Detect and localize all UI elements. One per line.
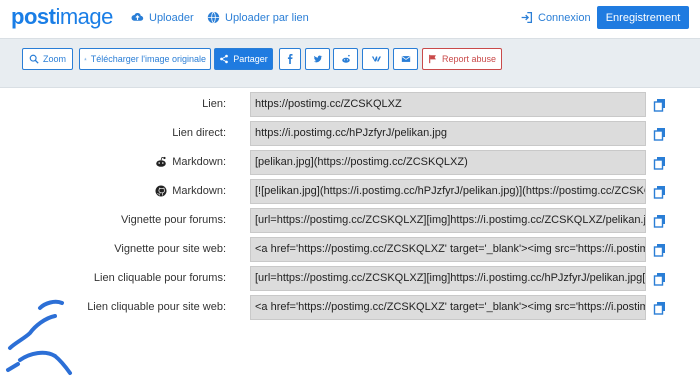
clickable-forum-field[interactable]: [url=https://postimg.cc/ZCSKQLXZ][img]ht…	[250, 266, 646, 291]
markdown-reddit-field[interactable]: [pelikan.jpg](https://postimg.cc/ZCSKQLX…	[250, 150, 646, 175]
register-button[interactable]: Enregistrement	[597, 6, 689, 29]
row-label-text: Markdown:	[172, 156, 226, 168]
uploader-label: Uploader	[149, 11, 194, 24]
copy-icon[interactable]	[653, 272, 667, 286]
link-field[interactable]: https://postimg.cc/ZCSKQLXZ	[250, 92, 646, 117]
link-row: Lien: https://postimg.cc/ZCSKQLXZ	[0, 90, 700, 119]
thumbnail-website-label: Vignette pour site web:	[114, 243, 226, 255]
cloud-upload-icon	[131, 12, 144, 21]
thumbnail-forum-field[interactable]: [url=https://postimg.cc/ZCSKQLXZ][img]ht…	[250, 208, 646, 233]
row-label-text: Lien cliquable pour forums:	[93, 272, 226, 284]
direct-link-row: Lien direct: https://i.postimg.cc/hPJzfy…	[0, 119, 700, 148]
link-label: Lien:	[202, 98, 226, 110]
download-icon	[84, 57, 87, 61]
email-share-button[interactable]	[393, 48, 418, 70]
logo-text-post: post	[11, 4, 56, 29]
markdown-github-label: Markdown:	[155, 185, 226, 197]
globe-icon	[207, 11, 220, 24]
envelope-icon	[401, 56, 410, 62]
row-label-text: Vignette pour site web:	[114, 243, 226, 255]
markdown-github-row: Markdown: [![pelikan.jpg](https://i.post…	[0, 177, 700, 206]
copy-icon[interactable]	[653, 156, 667, 170]
uploader-link[interactable]: Uploader	[131, 11, 194, 24]
reddit-icon	[156, 156, 167, 167]
image-toolbar: Zoom Télécharger l'image originale Parta…	[0, 38, 700, 88]
thumbnail-forum-row: Vignette pour forums: [url=https://posti…	[0, 206, 700, 235]
login-label: Connexion	[538, 11, 591, 24]
row-label-text: Lien cliquable pour site web:	[87, 301, 226, 313]
vk-icon	[371, 56, 381, 62]
twitter-icon	[313, 55, 322, 63]
clickable-website-field[interactable]: <a href='https://postimg.cc/ZCSKQLXZ' ta…	[250, 295, 646, 320]
reddit-share-button[interactable]	[333, 48, 358, 70]
thumbnail-website-row: Vignette pour site web: <a href='https:/…	[0, 235, 700, 264]
row-label-text: Lien:	[202, 98, 226, 110]
vk-share-button[interactable]	[362, 48, 389, 70]
clickable-forum-row: Lien cliquable pour forums: [url=https:/…	[0, 264, 700, 293]
zoom-label: Zoom	[42, 54, 66, 64]
login-link[interactable]: Connexion	[520, 11, 591, 24]
report-abuse-label: Report abuse	[441, 54, 497, 64]
direct-link-field[interactable]: https://i.postimg.cc/hPJzfyrJ/pelikan.jp…	[250, 121, 646, 146]
copy-icon[interactable]	[653, 98, 667, 112]
top-navbar: postimage Uploader Uploader par lien Con…	[0, 0, 700, 38]
share-button[interactable]: Partager	[214, 48, 273, 70]
facebook-share-button[interactable]	[279, 48, 301, 70]
thumbnail-forum-label: Vignette pour forums:	[121, 214, 226, 226]
copy-icon[interactable]	[653, 243, 667, 257]
flag-icon	[429, 54, 436, 64]
uploader-by-link[interactable]: Uploader par lien	[207, 11, 309, 24]
markdown-reddit-row: Markdown: [pelikan.jpg](https://postimg.…	[0, 148, 700, 177]
row-label-text: Lien direct:	[172, 127, 226, 139]
uploader-by-link-label: Uploader par lien	[225, 11, 309, 24]
download-label: Télécharger l'image originale	[90, 54, 206, 64]
reddit-icon	[341, 54, 350, 63]
clickable-website-label: Lien cliquable pour site web:	[87, 301, 226, 313]
markdown-github-field[interactable]: [![pelikan.jpg](https://i.postimg.cc/hPJ…	[250, 179, 646, 204]
zoom-icon	[29, 54, 39, 64]
download-original-button[interactable]: Télécharger l'image originale	[79, 48, 211, 70]
logo-text-image: image	[55, 4, 113, 29]
copy-icon[interactable]	[653, 185, 667, 199]
direct-link-label: Lien direct:	[172, 127, 226, 139]
thumbnail-website-field[interactable]: <a href='https://postimg.cc/ZCSKQLXZ' ta…	[250, 237, 646, 262]
postimage-logo[interactable]: postimage	[11, 4, 113, 30]
copy-icon[interactable]	[653, 127, 667, 141]
copy-icon[interactable]	[653, 301, 667, 315]
copy-icon[interactable]	[653, 214, 667, 228]
sign-in-icon	[521, 11, 533, 24]
row-label-text: Vignette pour forums:	[121, 214, 226, 226]
zoom-button[interactable]: Zoom	[22, 48, 73, 70]
share-icon	[220, 54, 229, 64]
share-links-panel: Lien: https://postimg.cc/ZCSKQLXZ Lien d…	[0, 88, 700, 375]
facebook-icon	[287, 54, 293, 64]
clickable-forum-label: Lien cliquable pour forums:	[94, 272, 226, 284]
clickable-website-row: Lien cliquable pour site web: <a href='h…	[0, 293, 700, 322]
twitter-share-button[interactable]	[305, 48, 330, 70]
report-abuse-button[interactable]: Report abuse	[422, 48, 502, 70]
row-label-text: Markdown:	[172, 185, 226, 197]
markdown-reddit-label: Markdown:	[155, 156, 226, 168]
share-label: Partager	[233, 54, 268, 64]
github-icon	[155, 185, 167, 197]
